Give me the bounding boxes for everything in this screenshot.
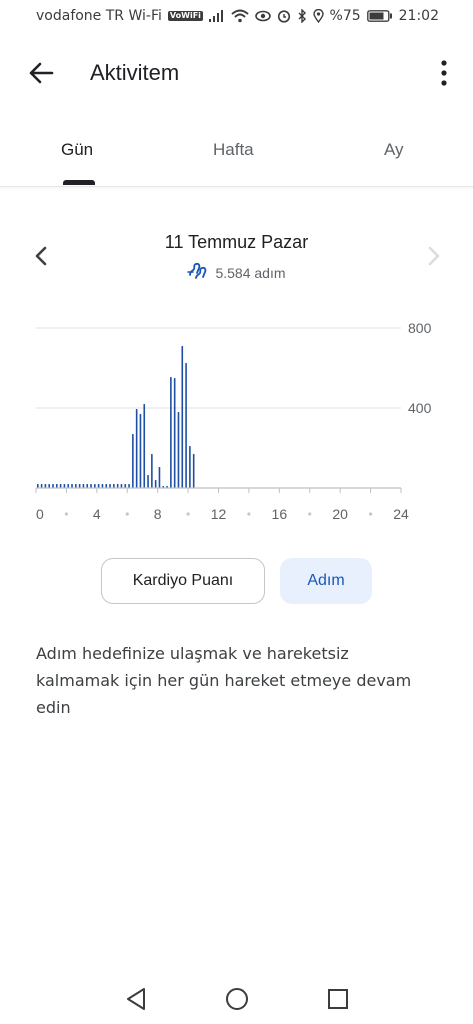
bar [139,414,142,488]
system-navigation-bar [0,970,473,1024]
tab-month[interactable]: Ay [384,140,404,160]
status-bar: vodafone TR Wi-Fi VoWiFi %75 21:02 [0,0,473,34]
bar [189,446,191,488]
x-tick-label: 4 [93,506,101,522]
x-tick-dot [125,512,129,516]
app-bar: Aktivitem [0,40,473,104]
vowifi-badge: VoWiFi [167,11,203,21]
bar [158,467,161,488]
x-tick-label: 12 [211,506,227,522]
bar [154,480,157,488]
bar [151,454,153,488]
tip-text: Adım hedefinize ulaşmak ve hareketsiz ka… [36,644,412,717]
date-navigator: 11 Temmuz Pazar 5.584 adım [0,226,473,286]
x-tick-label: 20 [332,506,348,522]
status-right: %75 21:02 [254,8,439,24]
nav-recents-icon[interactable] [325,986,351,1012]
nav-back-icon[interactable] [124,986,150,1012]
metric-toggle: Kardiyo Puanı Adım [0,558,473,606]
bar [181,346,184,488]
signal-icon [208,10,225,22]
eye-icon [254,10,271,22]
bar [177,412,180,488]
x-tick-dot [64,512,69,516]
bluetooth-icon [297,9,307,23]
selected-date: 11 Temmuz Pazar [164,232,309,252]
x-tick-dot [308,512,312,516]
cardio-points-button[interactable]: Kardiyo Puanı [101,558,265,604]
y-tick-label: 400 [408,400,432,416]
bar [173,378,176,488]
clock: 21:02 [398,8,439,24]
wifi-icon [231,9,249,23]
location-icon [312,9,324,23]
more-options-icon[interactable] [439,58,449,88]
bar [132,434,134,488]
back-arrow-icon[interactable] [26,58,56,88]
battery-percent: %75 [329,8,361,24]
y-tick-label: 800 [408,320,432,336]
steps-chart: 800 400 0 4 8 12 16 20 24 [0,310,473,530]
steps-chart-svg: 800 400 0 4 8 12 16 20 24 [35,320,432,522]
steps-button[interactable]: Adım [280,558,372,604]
bar [170,377,172,488]
period-tabs: Gün Hafta Ay [0,130,473,187]
active-tab-indicator [63,180,95,185]
x-tick-dot [368,512,373,516]
x-tick-label: 16 [272,506,288,522]
bar [135,409,138,488]
bar [143,404,146,488]
steps-icon [187,262,209,283]
steps-summary: 5.584 adım [0,262,473,283]
bar [192,454,195,488]
x-tick-label: 8 [154,506,162,522]
battery-icon [366,10,393,22]
x-tick-dot [186,512,190,516]
steps-count: 5.584 adım [215,264,286,281]
tab-day[interactable]: Gün [61,140,93,160]
status-left: vodafone TR Wi-Fi VoWiFi [36,8,249,24]
alarm-icon [277,9,291,23]
next-day-icon[interactable] [423,244,445,268]
tab-week[interactable]: Hafta [213,140,254,160]
x-tick-label: 0 [36,506,44,522]
carrier-label: vodafone TR Wi-Fi [36,8,162,24]
page-title: Aktivitem [90,60,180,85]
x-tick-label: 24 [393,506,409,522]
bar [147,475,149,488]
nav-home-icon[interactable] [224,986,250,1012]
bar [185,363,187,488]
x-tick-dot [247,512,251,516]
